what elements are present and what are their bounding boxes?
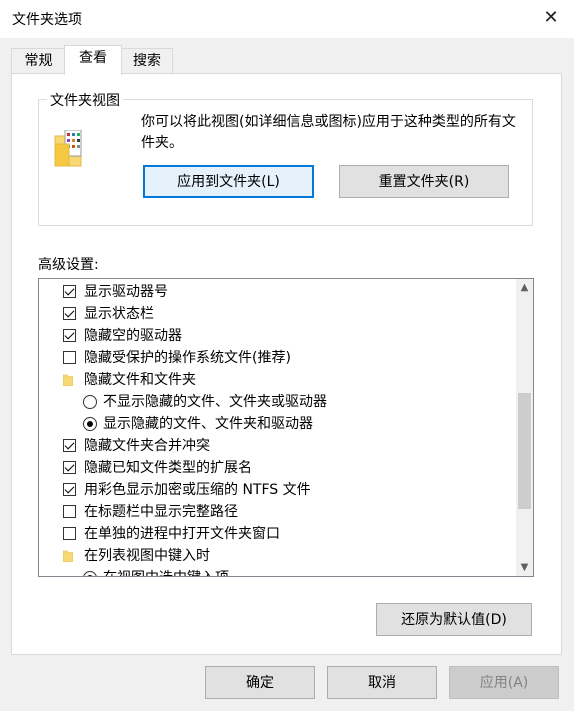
checkbox[interactable]	[63, 483, 76, 496]
cancel-button[interactable]: 取消	[327, 666, 437, 699]
checkbox[interactable]	[63, 285, 76, 298]
checkbox[interactable]	[63, 351, 76, 364]
folder-icon	[63, 374, 73, 386]
view-tab-panel: 文件夹视图 你可以将此视图(如详细信息或图标)应用于这种类型的所有文件夹。 应用…	[11, 73, 562, 655]
reset-folders-button[interactable]: 重置文件夹(R)	[339, 165, 509, 198]
restore-defaults-button[interactable]: 还原为默认值(D)	[376, 603, 532, 636]
vertical-scrollbar[interactable]: ▲ ▼	[516, 279, 533, 576]
ok-button[interactable]: 确定	[205, 666, 315, 699]
folder-icon	[63, 550, 73, 562]
window-title: 文件夹选项	[12, 12, 82, 28]
folder-views-group: 文件夹视图 你可以将此视图(如详细信息或图标)应用于这种类型的所有文件夹。 应用…	[38, 90, 533, 226]
folder-views-description: 你可以将此视图(如详细信息或图标)应用于这种类型的所有文件夹。	[141, 114, 516, 151]
advanced-settings-list[interactable]: 显示驱动器号 显示状态栏 隐藏空的驱动器 隐藏受保护的操作系统文件(推荐) 隐藏…	[38, 278, 534, 577]
apply-button[interactable]: 应用(A)	[449, 666, 559, 699]
tab-search[interactable]: 搜索	[121, 48, 173, 74]
folder-view-icon	[54, 130, 82, 167]
checkbox[interactable]	[63, 527, 76, 540]
title-bar: 文件夹选项 ✕	[0, 0, 574, 38]
checkbox[interactable]	[63, 307, 76, 320]
folder-views-label: 文件夹视图	[47, 90, 123, 110]
tab-strip: 常规 查看 搜索	[0, 38, 574, 75]
apply-to-folders-button[interactable]: 应用到文件夹(L)	[143, 165, 314, 198]
advanced-settings-label: 高级设置:	[38, 257, 99, 273]
tab-general[interactable]: 常规	[11, 48, 66, 74]
radio-button[interactable]	[83, 571, 97, 576]
scroll-down-arrow-icon[interactable]: ▼	[516, 559, 533, 576]
checkbox[interactable]	[63, 439, 76, 452]
checkbox[interactable]	[63, 461, 76, 474]
radio-button[interactable]	[83, 395, 97, 409]
tab-view[interactable]: 查看	[64, 45, 122, 75]
checkbox[interactable]	[63, 329, 76, 342]
scroll-up-arrow-icon[interactable]: ▲	[516, 279, 533, 296]
radio-button[interactable]	[83, 417, 97, 431]
scrollbar-thumb[interactable]	[518, 393, 531, 509]
close-button[interactable]: ✕	[528, 0, 574, 36]
checkbox[interactable]	[63, 505, 76, 518]
